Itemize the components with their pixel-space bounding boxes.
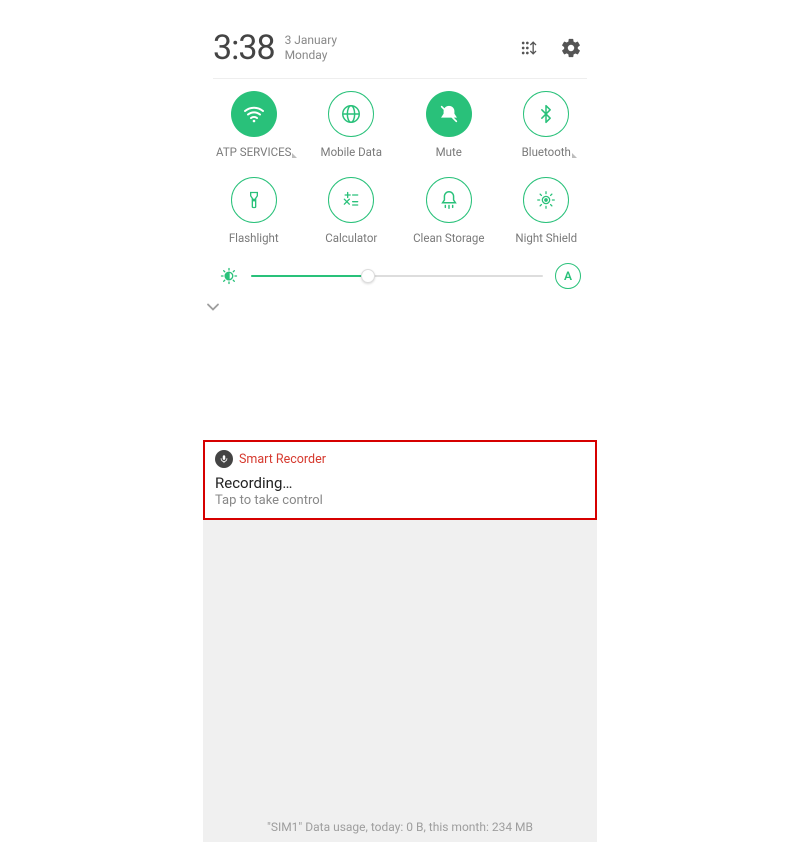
tile-mobile-data[interactable]: Mobile Data: [303, 91, 401, 159]
tile-label: ATP SERVICES: [216, 145, 291, 159]
quick-settings-grid: ATP SERVICES Mobile Data Mute Bluetooth: [203, 79, 597, 249]
date-line2: Monday: [285, 48, 338, 63]
notification-title: Recording…: [215, 474, 585, 492]
reorder-tiles-button[interactable]: [513, 32, 545, 64]
flashlight-icon: [231, 177, 277, 223]
reorder-icon: [519, 38, 539, 58]
tile-wifi[interactable]: ATP SERVICES: [205, 91, 303, 159]
gear-icon: [560, 37, 582, 59]
tile-label: Bluetooth: [522, 145, 571, 159]
status-header: 3:38 3 January Monday: [203, 8, 597, 78]
tile-label: Flashlight: [229, 231, 279, 245]
tile-label: Mute: [436, 145, 462, 159]
date-line1: 3 January: [285, 33, 338, 48]
brightness-slider[interactable]: [251, 266, 543, 286]
bluetooth-icon: [523, 91, 569, 137]
night-shield-icon: [523, 177, 569, 223]
tile-calculator[interactable]: Calculator: [303, 177, 401, 245]
tile-night-shield[interactable]: Night Shield: [498, 177, 596, 245]
tile-label: Mobile Data: [321, 145, 382, 159]
brightness-icon: [219, 266, 239, 286]
globe-icon: [328, 91, 374, 137]
wifi-icon: [231, 91, 277, 137]
tile-label: Night Shield: [515, 231, 577, 245]
data-usage-footer: "SIM1" Data usage, today: 0 B, this mont…: [203, 820, 597, 834]
notification-app-name: Smart Recorder: [239, 452, 326, 467]
chevron-down-icon: [203, 297, 223, 317]
tile-clean-storage[interactable]: Clean Storage: [400, 177, 498, 245]
tile-bluetooth[interactable]: Bluetooth: [498, 91, 596, 159]
auto-brightness-toggle[interactable]: A: [555, 263, 581, 289]
notification-subtitle: Tap to take control: [215, 493, 585, 508]
settings-button[interactable]: [555, 32, 587, 64]
tile-label: Calculator: [325, 231, 377, 245]
broom-icon: [426, 177, 472, 223]
tile-mute[interactable]: Mute: [400, 91, 498, 159]
clock: 3:38: [213, 28, 275, 68]
mic-icon: [215, 450, 233, 468]
date: 3 January Monday: [285, 33, 338, 63]
tile-label: Clean Storage: [413, 231, 484, 245]
calculator-icon: [328, 177, 374, 223]
notification-shade: 3:38 3 January Monday ATP SERVIC: [203, 8, 597, 842]
collapse-chevron[interactable]: [203, 295, 597, 323]
brightness-row: A: [203, 249, 597, 295]
mute-icon: [426, 91, 472, 137]
notification-area: Smart Recorder Recording… Tap to take co…: [203, 348, 597, 842]
notification-card[interactable]: Smart Recorder Recording… Tap to take co…: [203, 440, 597, 520]
tile-flashlight[interactable]: Flashlight: [205, 177, 303, 245]
